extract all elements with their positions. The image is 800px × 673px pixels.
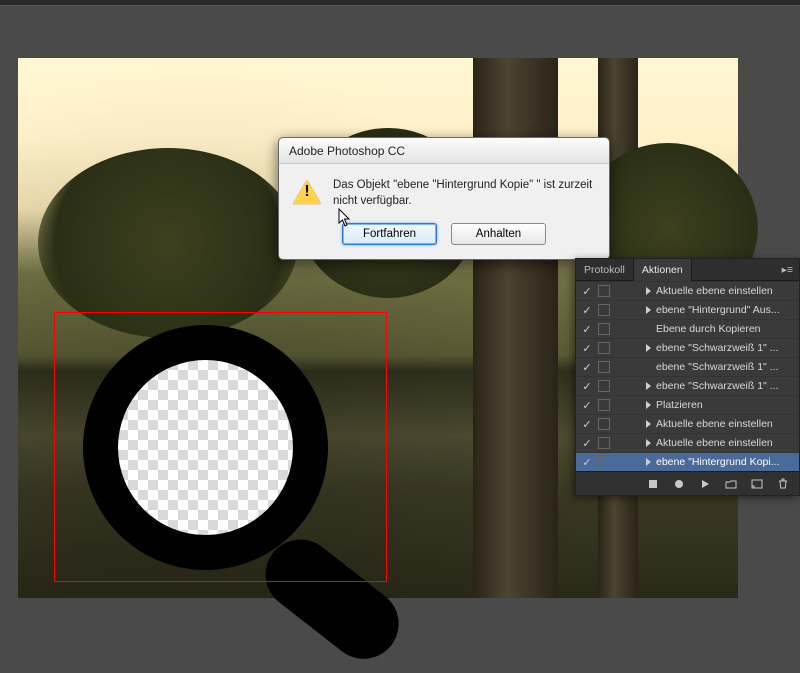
expand-icon[interactable] xyxy=(646,401,651,409)
action-row[interactable]: ✓ ebene "Hintergrund Kopi... xyxy=(576,452,799,471)
dialog-toggle[interactable] xyxy=(598,361,610,373)
action-row[interactable]: ✓ Aktuelle ebene einstellen xyxy=(576,414,799,433)
warning-icon: ! xyxy=(293,180,321,206)
ruler-top xyxy=(0,0,800,6)
dialog-toggle[interactable] xyxy=(598,323,610,335)
action-row[interactable]: ✓ ebene "Hintergrund" Aus... xyxy=(576,300,799,319)
action-row[interactable]: ✓ Aktuelle ebene einstellen xyxy=(576,433,799,452)
dialog-toggle[interactable] xyxy=(598,342,610,354)
play-icon[interactable] xyxy=(693,475,717,493)
check-icon[interactable]: ✓ xyxy=(580,418,594,431)
expand-icon[interactable] xyxy=(646,344,651,352)
check-icon[interactable]: ✓ xyxy=(580,437,594,450)
new-action-icon[interactable] xyxy=(745,475,769,493)
transparency-checker xyxy=(118,360,293,535)
action-label: ebene "Hintergrund Kopi... xyxy=(656,456,799,468)
dialog-toggle[interactable] xyxy=(598,304,610,316)
expand-icon[interactable] xyxy=(646,306,651,314)
action-row[interactable]: ✓ Ebene durch Kopieren xyxy=(576,319,799,338)
check-icon[interactable]: ✓ xyxy=(580,285,594,298)
action-label: ebene "Schwarzweiß 1" ... xyxy=(656,380,799,392)
expand-icon[interactable] xyxy=(646,420,651,428)
action-row[interactable]: ✓ Platzieren xyxy=(576,395,799,414)
tab-protocol[interactable]: Protokoll xyxy=(576,259,633,281)
record-icon[interactable] xyxy=(667,475,691,493)
action-label: Platzieren xyxy=(656,399,799,411)
trash-icon[interactable] xyxy=(771,475,795,493)
tree-foliage xyxy=(38,148,298,338)
action-label: Ebene durch Kopieren xyxy=(656,323,799,335)
action-label: ebene "Hintergrund" Aus... xyxy=(656,304,799,316)
action-label: ebene "Schwarzweiß 1" ... xyxy=(656,342,799,354)
action-label: Aktuelle ebene einstellen xyxy=(656,418,799,430)
action-row[interactable]: ✓ Aktuelle ebene einstellen xyxy=(576,281,799,300)
dialog-toggle[interactable] xyxy=(598,418,610,430)
stop-button[interactable]: Anhalten xyxy=(451,223,546,245)
action-label: Aktuelle ebene einstellen xyxy=(656,285,799,297)
dialog-toggle[interactable] xyxy=(598,437,610,449)
stop-icon[interactable] xyxy=(641,475,665,493)
expand-icon[interactable] xyxy=(646,458,651,466)
dialog-toggle[interactable] xyxy=(598,399,610,411)
expand-icon[interactable] xyxy=(646,382,651,390)
check-icon[interactable]: ✓ xyxy=(580,399,594,412)
action-label: ebene "Schwarzweiß 1" ... xyxy=(656,361,799,373)
check-icon[interactable]: ✓ xyxy=(580,361,594,374)
check-icon[interactable]: ✓ xyxy=(580,323,594,336)
action-row[interactable]: ✓ ebene "Schwarzweiß 1" ... xyxy=(576,376,799,395)
dialog-toggle[interactable] xyxy=(598,285,610,297)
action-row[interactable]: ✓ ebene "Schwarzweiß 1" ... xyxy=(576,338,799,357)
action-row[interactable]: ✓ ebene "Schwarzweiß 1" ... xyxy=(576,357,799,376)
new-set-icon[interactable] xyxy=(719,475,743,493)
continue-button[interactable]: Fortfahren xyxy=(342,223,437,245)
actions-footer xyxy=(576,471,799,495)
actions-panel: Protokoll Aktionen ▸≡ ✓ Aktuelle ebene ei… xyxy=(575,258,800,496)
expand-icon[interactable] xyxy=(646,439,651,447)
dialog-title[interactable]: Adobe Photoshop CC xyxy=(279,138,609,164)
expand-icon[interactable] xyxy=(646,287,651,295)
action-label: Aktuelle ebene einstellen xyxy=(656,437,799,449)
dialog-toggle[interactable] xyxy=(598,456,610,468)
dialog-message: Das Objekt "ebene "Hintergrund Kopie" " … xyxy=(333,178,595,209)
check-icon[interactable]: ✓ xyxy=(580,304,594,317)
tab-actions[interactable]: Aktionen xyxy=(633,259,692,281)
magnifier-shape xyxy=(58,313,398,643)
dialog-toggle[interactable] xyxy=(598,380,610,392)
panel-menu-icon[interactable]: ▸≡ xyxy=(776,264,799,276)
check-icon[interactable]: ✓ xyxy=(580,456,594,469)
check-icon[interactable]: ✓ xyxy=(580,380,594,393)
actions-list: ✓ Aktuelle ebene einstellen ✓ ebene "Hinter… xyxy=(576,281,799,471)
alert-dialog: Adobe Photoshop CC ! Das Objekt "ebene "… xyxy=(278,137,610,260)
check-icon[interactable]: ✓ xyxy=(580,342,594,355)
